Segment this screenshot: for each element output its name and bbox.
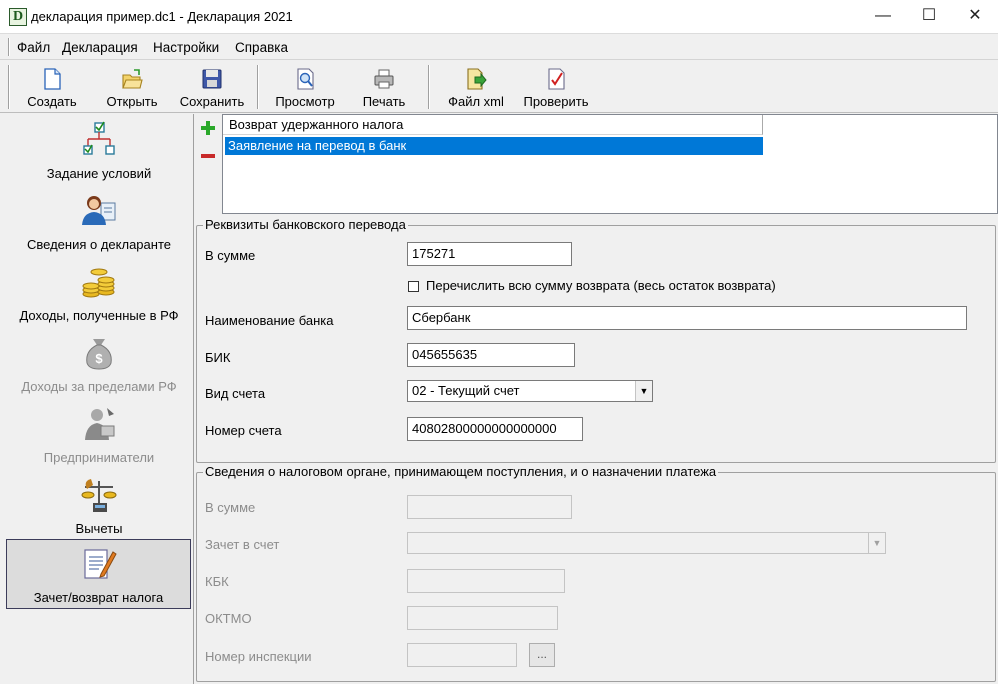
inspection-number-field[interactable] bbox=[407, 643, 517, 667]
coins-icon bbox=[82, 268, 115, 298]
kbk-field[interactable] bbox=[407, 569, 565, 593]
browse-inspection-button[interactable]: ... bbox=[529, 643, 555, 667]
print-button[interactable]: Печать bbox=[352, 63, 416, 111]
minimize-button[interactable]: — bbox=[860, 0, 906, 32]
toolbar-separator bbox=[257, 65, 259, 109]
menu-settings[interactable]: Настройки bbox=[153, 40, 219, 55]
xml-export-icon bbox=[467, 68, 487, 90]
add-item-button[interactable] bbox=[200, 120, 216, 136]
oktmo-field[interactable] bbox=[407, 606, 558, 630]
kbk-label: КБК bbox=[205, 574, 229, 589]
bank-transfer-group: Реквизиты банковского перевода В сумме 1… bbox=[196, 217, 996, 463]
refund-list-area: Возврат удержанного налога Заявление на … bbox=[196, 114, 998, 214]
bank-transfer-group-title: Реквизиты банковского перевода bbox=[203, 217, 408, 232]
flowchart-icon bbox=[83, 121, 115, 155]
menu-help[interactable]: Справка bbox=[235, 40, 288, 55]
check-button[interactable]: Проверить bbox=[518, 63, 594, 111]
floppy-disk-icon bbox=[202, 69, 222, 89]
sidebar-item-income-abroad[interactable]: $ Доходы за пределами РФ bbox=[4, 329, 194, 399]
list-header[interactable]: Возврат удержанного налога bbox=[223, 115, 763, 135]
account-number-field[interactable]: 40802800000000000000 bbox=[407, 417, 583, 441]
offset-select[interactable]: ▼ bbox=[407, 532, 886, 554]
sidebar-item-income-rf[interactable]: Доходы, полученные в РФ bbox=[4, 258, 194, 328]
svg-text:$: $ bbox=[95, 351, 103, 366]
oktmo-label: ОКТМО bbox=[205, 611, 252, 626]
account-type-label: Вид счета bbox=[205, 386, 266, 401]
scales-icon bbox=[81, 479, 117, 512]
create-button[interactable]: Создать bbox=[20, 63, 84, 111]
open-label: Открыть bbox=[106, 94, 158, 109]
money-bag-icon: $ bbox=[86, 339, 112, 370]
tax-authority-group-title: Сведения о налоговом органе, принимающем… bbox=[203, 464, 719, 479]
sidebar: Задание условий Сведения о декларанте До… bbox=[4, 114, 194, 684]
toolbar-grip bbox=[8, 65, 10, 109]
sidebar-item-deductions[interactable]: Вычеты bbox=[4, 471, 194, 541]
menu-declaration[interactable]: Декларация bbox=[62, 40, 138, 55]
inspection-number-label: Номер инспекции bbox=[205, 649, 312, 664]
sidebar-item-tax-refund[interactable]: Зачет/возврат налога bbox=[6, 539, 191, 609]
tax-amount-label: В сумме bbox=[205, 500, 256, 515]
chevron-down-icon[interactable]: ▼ bbox=[868, 533, 885, 553]
open-button[interactable]: Открыть bbox=[100, 63, 164, 111]
close-button[interactable]: ✕ bbox=[952, 0, 998, 32]
amount-field[interactable]: 175271 bbox=[407, 242, 572, 266]
sidebar-item-label: Сведения о декларанте bbox=[27, 237, 171, 252]
save-label: Сохранить bbox=[179, 94, 245, 109]
sidebar-item-entrepreneurs[interactable]: Предприниматели bbox=[4, 400, 194, 470]
sidebar-item-label: Задание условий bbox=[46, 166, 152, 181]
transfer-all-checkbox[interactable] bbox=[408, 281, 419, 292]
printer-icon bbox=[374, 69, 394, 89]
app-logo-icon: D bbox=[9, 8, 27, 26]
tax-authority-group: Сведения о налоговом органе, принимающем… bbox=[196, 464, 996, 682]
xml-file-button[interactable]: Файл xml bbox=[440, 63, 512, 111]
document-edit-icon bbox=[83, 549, 117, 579]
title-bar: D декларация пример.dc1 - Декларация 202… bbox=[0, 0, 998, 34]
businessman-icon bbox=[85, 408, 115, 440]
account-number-label: Номер счета bbox=[205, 423, 282, 438]
bik-field[interactable]: 045655635 bbox=[407, 343, 575, 367]
menu-file[interactable]: Файл bbox=[17, 40, 50, 55]
bank-name-field[interactable]: Сбербанк bbox=[407, 306, 967, 330]
save-button[interactable]: Сохранить bbox=[176, 63, 248, 111]
toolbar: Создать Открыть Сохранить Просмотр Печат… bbox=[0, 61, 998, 113]
remove-item-button[interactable] bbox=[200, 148, 216, 164]
menu-bar: Файл Декларация Настройки Справка bbox=[0, 34, 998, 60]
list-item[interactable]: Заявление на перевод в банк bbox=[225, 137, 763, 155]
check-label: Проверить bbox=[523, 94, 589, 109]
toolbar-separator bbox=[428, 65, 430, 109]
sidebar-item-label: Вычеты bbox=[75, 521, 123, 536]
tax-amount-field[interactable] bbox=[407, 495, 572, 519]
sidebar-item-label: Предприниматели bbox=[43, 450, 155, 465]
amount-label: В сумме bbox=[205, 248, 256, 263]
preview-magnifier-icon bbox=[297, 68, 314, 90]
account-type-value: 02 - Текущий счет bbox=[412, 383, 520, 398]
bank-name-label: Наименование банка bbox=[205, 313, 334, 328]
xml-file-label: Файл xml bbox=[448, 94, 504, 109]
account-type-select[interactable]: 02 - Текущий счет ▼ bbox=[407, 380, 653, 402]
sidebar-item-label: Зачет/возврат налога bbox=[33, 590, 164, 605]
new-document-icon bbox=[44, 68, 61, 90]
refund-list[interactable]: Возврат удержанного налога Заявление на … bbox=[222, 114, 998, 214]
open-folder-icon bbox=[122, 69, 143, 89]
preview-label: Просмотр bbox=[275, 94, 335, 109]
menu-grip bbox=[8, 38, 10, 56]
create-label: Создать bbox=[27, 94, 77, 109]
print-label: Печать bbox=[362, 94, 406, 109]
sidebar-item-label: Доходы за пределами РФ bbox=[21, 379, 177, 394]
transfer-all-label[interactable]: Перечислить всю сумму возврата (весь ост… bbox=[426, 278, 776, 293]
chevron-down-icon[interactable]: ▼ bbox=[635, 381, 652, 401]
person-icon bbox=[82, 196, 116, 225]
check-document-icon bbox=[548, 68, 565, 90]
sidebar-item-declarant[interactable]: Сведения о декларанте bbox=[4, 187, 194, 257]
window-title: декларация пример.dc1 - Декларация 2021 bbox=[31, 9, 293, 24]
preview-button[interactable]: Просмотр bbox=[268, 63, 342, 111]
sidebar-item-label: Доходы, полученные в РФ bbox=[19, 308, 179, 323]
maximize-button[interactable]: ☐ bbox=[906, 0, 952, 32]
bik-label: БИК bbox=[205, 350, 231, 365]
offset-label: Зачет в счет bbox=[205, 537, 280, 552]
sidebar-item-conditions[interactable]: Задание условий bbox=[4, 116, 194, 186]
